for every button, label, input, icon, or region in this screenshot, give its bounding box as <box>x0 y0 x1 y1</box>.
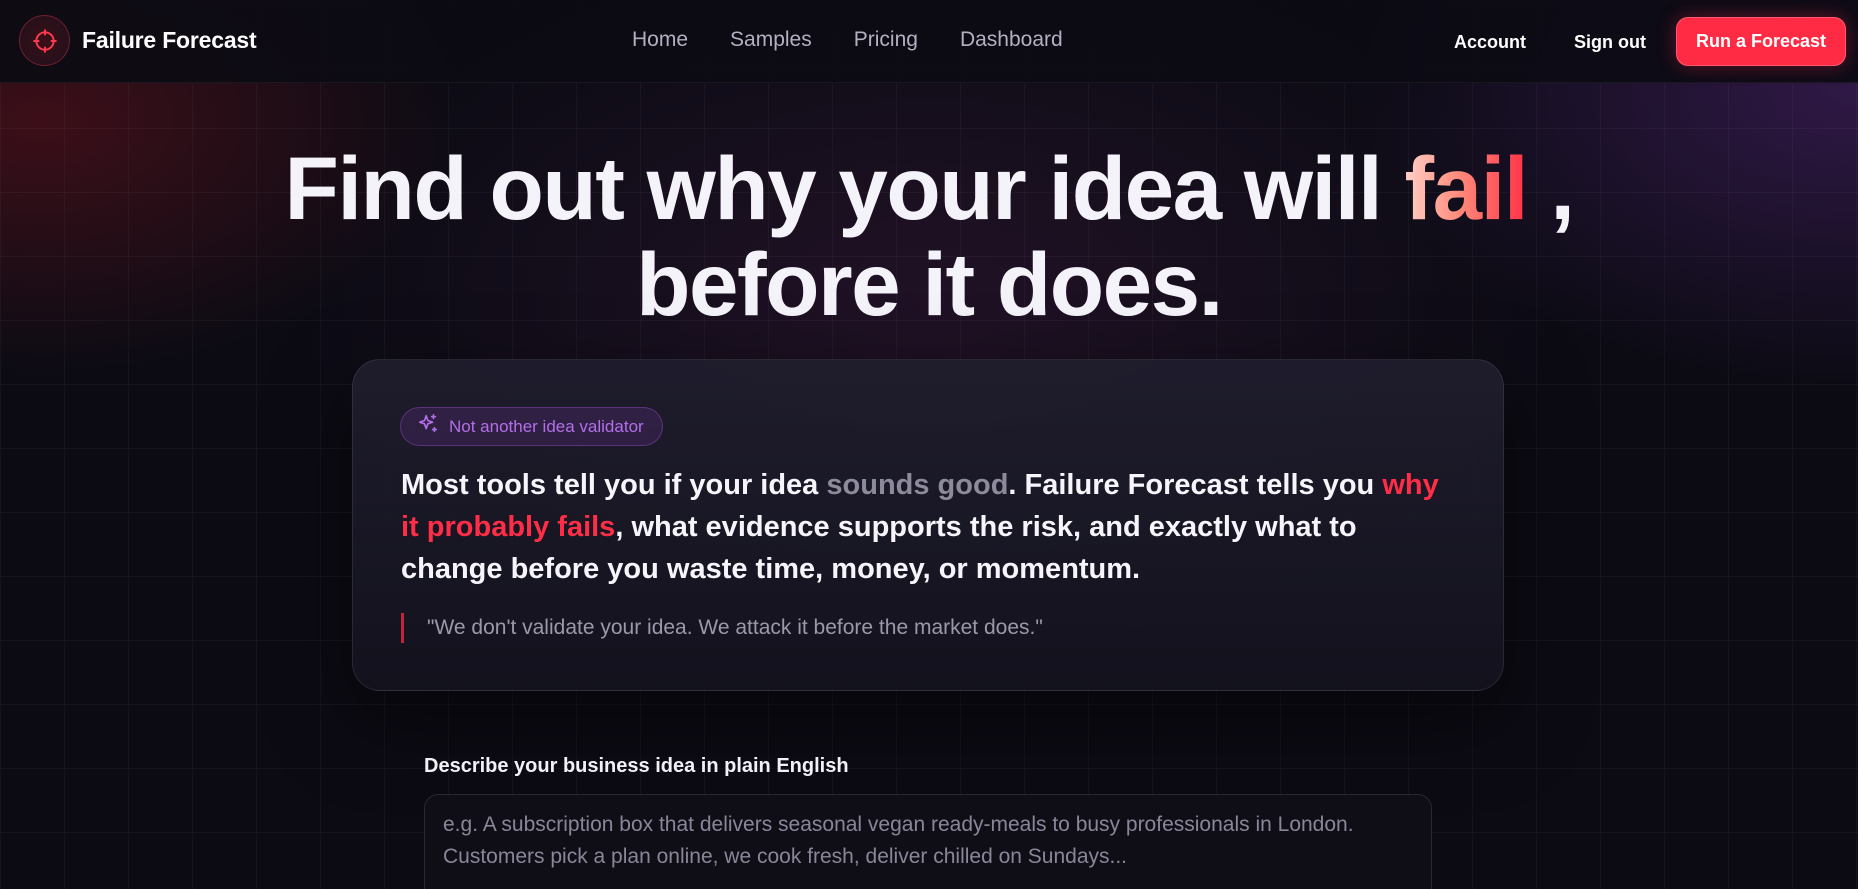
brand-name: Failure Forecast <box>82 27 257 53</box>
badge-label: Not another idea validator <box>449 416 644 436</box>
hero-headline: Find out why your idea will fail , befor… <box>0 140 1858 332</box>
crosshair-icon <box>19 15 70 66</box>
sparkles-icon <box>417 413 439 440</box>
badge: Not another idea validator <box>400 407 663 446</box>
nav-link-pricing[interactable]: Pricing <box>854 28 918 52</box>
tagline-quote: "We don't validate your idea. We attack … <box>401 613 1043 643</box>
nav-actions: Account Sign out Run a Forecast <box>1454 17 1846 66</box>
run-forecast-button[interactable]: Run a Forecast <box>1675 17 1846 66</box>
lead-part-2: . Failure Forecast tells you <box>1008 469 1375 501</box>
hero-highlight-word: fail <box>1404 138 1528 238</box>
nav-link-home[interactable]: Home <box>632 28 688 52</box>
hero-line2: before it does. <box>636 234 1223 334</box>
sign-out-link[interactable]: Sign out <box>1574 32 1646 53</box>
hero-line1-prefix: Find out why your idea will <box>284 138 1382 238</box>
top-navbar: Failure Forecast Home Samples Pricing Da… <box>0 0 1858 83</box>
lead-paragraph: Most tools tell you if your idea sounds … <box>401 464 1451 590</box>
main-nav: Home Samples Pricing Dashboard <box>632 28 1063 52</box>
nav-link-samples[interactable]: Samples <box>730 28 812 52</box>
account-link[interactable]: Account <box>1454 32 1526 53</box>
pitch-card: Not another idea validator Most tools te… <box>352 359 1504 691</box>
hero-line1-suffix: , <box>1550 138 1575 238</box>
idea-textarea[interactable] <box>424 794 1432 889</box>
idea-input-label: Describe your business idea in plain Eng… <box>424 755 849 777</box>
lead-muted-phrase: sounds good <box>826 469 1009 501</box>
nav-link-dashboard[interactable]: Dashboard <box>960 28 1063 52</box>
lead-part-1: Most tools tell you if your idea <box>401 469 819 501</box>
brand[interactable]: Failure Forecast <box>19 15 257 66</box>
